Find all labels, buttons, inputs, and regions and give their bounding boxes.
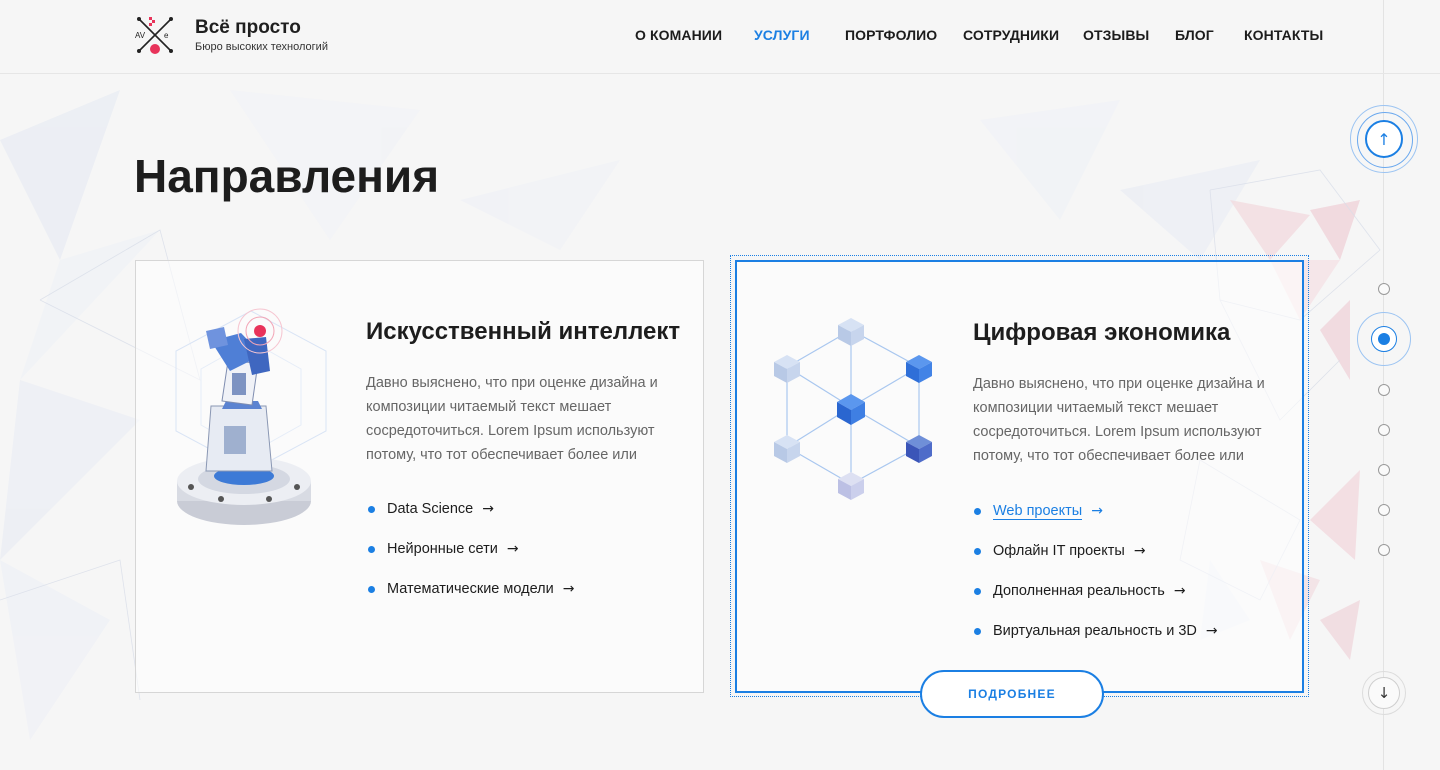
pager-dot[interactable] <box>1378 384 1390 396</box>
nav-item-blog[interactable]: БЛОГ <box>1175 27 1214 43</box>
bullet-icon <box>974 628 981 635</box>
card-title: Искусственный интеллект <box>366 318 681 345</box>
page-title: Направления <box>134 150 440 202</box>
bullet-icon <box>974 548 981 555</box>
nav-item-reviews[interactable]: ОТЗЫВЫ <box>1083 27 1149 43</box>
card-title: Цифровая экономика <box>973 319 1231 346</box>
list-item-label[interactable]: Нейронные сети <box>387 541 498 557</box>
arrow-right-icon[interactable]: → <box>563 581 575 597</box>
main-nav: О КОМАНИИ УСЛУГИ ПОРТФОЛИО СОТРУДНИКИ ОТ… <box>0 27 1440 47</box>
arrow-right-icon[interactable]: → <box>1174 583 1186 599</box>
card-artificial-intelligence[interactable]: Искусственный интеллект Давно выяснено, … <box>135 260 704 693</box>
list-item-label[interactable]: Data Science <box>387 501 473 517</box>
pager-dot[interactable] <box>1378 424 1390 436</box>
scroll-up-button[interactable]: ↑ <box>1350 105 1418 173</box>
arrow-right-icon[interactable]: → <box>1134 543 1146 559</box>
card-links: Data Science → Нейронные сети → Математиче… <box>367 501 574 621</box>
bullet-icon <box>368 506 375 513</box>
pager-dot[interactable] <box>1378 283 1390 295</box>
nav-item-team[interactable]: СОТРУДНИКИ <box>963 27 1059 43</box>
pager-dot[interactable] <box>1378 464 1390 476</box>
nav-item-portfolio[interactable]: ПОРТФОЛИО <box>845 27 937 43</box>
more-button[interactable]: ПОДРОБНЕЕ <box>920 670 1104 718</box>
bullet-icon <box>368 546 375 553</box>
list-item[interactable]: Нейронные сети → <box>367 541 574 561</box>
card-description: Давно выяснено, что при оценке дизайна и… <box>973 376 1265 464</box>
robot-arm-illustration <box>175 308 327 525</box>
arrow-up-icon: ↑ <box>1365 120 1403 158</box>
list-item-label[interactable]: Математические модели <box>387 581 554 597</box>
card-links: Web проекты → Офлайн IT проекты → Дополнен… <box>973 503 1218 663</box>
list-item-label[interactable]: Офлайн IT проекты <box>993 543 1125 559</box>
pager-dot[interactable] <box>1378 544 1390 556</box>
nav-item-contacts[interactable]: КОНТАКТЫ <box>1244 27 1323 43</box>
list-item-label[interactable]: Дополненная реальность <box>993 583 1165 599</box>
scroll-down-button[interactable]: ↓ <box>1362 671 1406 715</box>
card-digital-economy[interactable]: Цифровая экономика Давно выяснено, что п… <box>735 260 1304 693</box>
card-description: Давно выяснено, что при оценке дизайна и… <box>366 375 658 463</box>
nav-item-services[interactable]: УСЛУГИ <box>754 27 810 43</box>
nav-item-about[interactable]: О КОМАНИИ <box>635 27 722 43</box>
site-header: AV e Всё просто Бюро высоких технологий … <box>0 0 1440 74</box>
list-item[interactable]: Офлайн IT проекты → <box>973 543 1218 563</box>
arrow-right-icon[interactable]: → <box>1091 503 1103 519</box>
list-item[interactable]: Дополненная реальность → <box>973 583 1218 603</box>
arrow-right-icon[interactable]: → <box>1206 623 1218 639</box>
list-item-label[interactable]: Web проекты <box>993 503 1083 520</box>
arrow-right-icon[interactable]: → <box>507 541 519 557</box>
list-item-label[interactable]: Виртуальная реальность и 3D <box>993 623 1197 639</box>
cube-network-illustration <box>774 318 932 500</box>
bullet-icon <box>974 508 981 515</box>
list-item[interactable]: Web проекты → <box>973 503 1218 523</box>
pager-dot-active[interactable] <box>1371 326 1397 352</box>
bullet-icon <box>974 588 981 595</box>
list-item[interactable]: Виртуальная реальность и 3D → <box>973 623 1218 643</box>
arrow-down-icon: ↓ <box>1368 677 1400 709</box>
list-item[interactable]: Data Science → <box>367 501 574 521</box>
list-item[interactable]: Математические модели → <box>367 581 574 601</box>
bullet-icon <box>368 586 375 593</box>
pager-dot[interactable] <box>1378 504 1390 516</box>
arrow-right-icon[interactable]: → <box>482 501 494 517</box>
